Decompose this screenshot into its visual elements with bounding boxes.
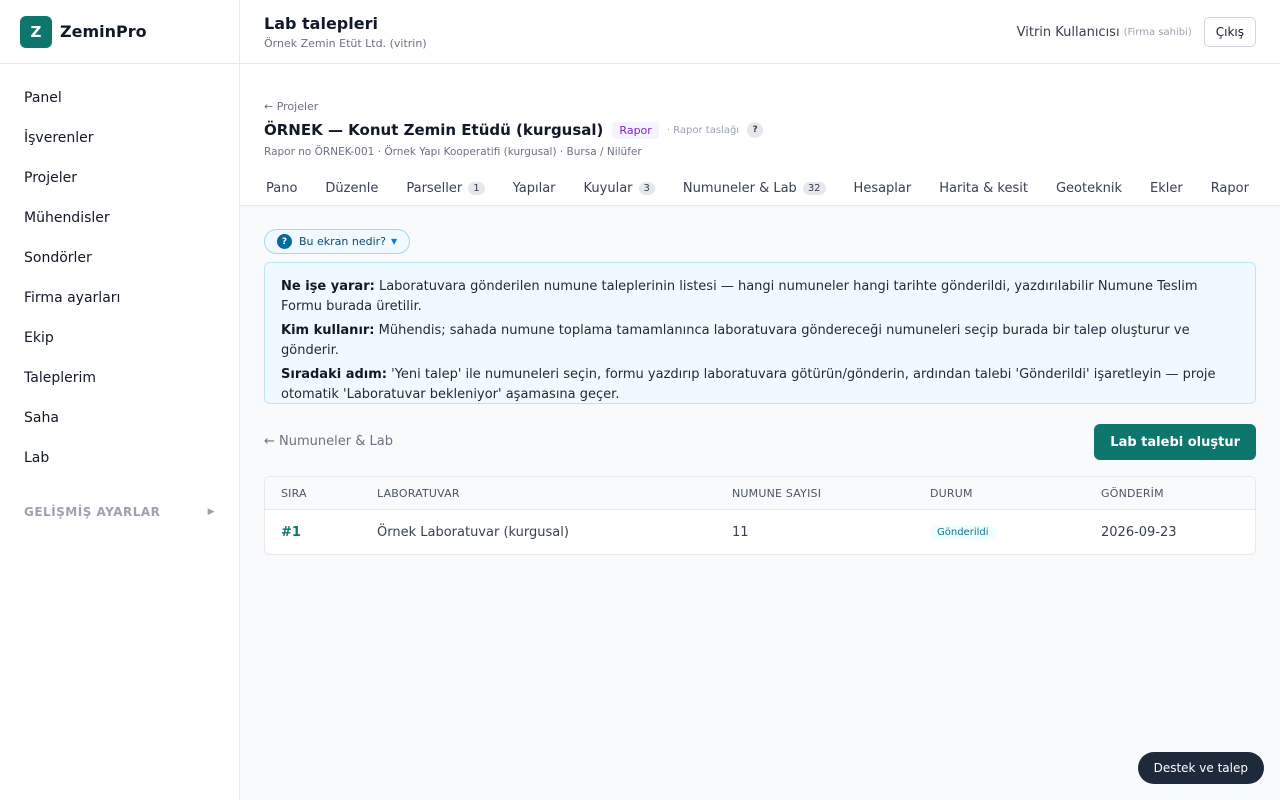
tab-numuneler-lab[interactable]: Numuneler & Lab 32 (669, 181, 840, 196)
sidebar-nav: Panel İşverenler Projeler Mühendisler So… (0, 64, 239, 532)
help-toggle-label: Bu ekran nedir? (299, 235, 387, 248)
project-header: ← Projeler ÖRNEK — Konut Zemin Etüdü (ku… (240, 64, 1280, 206)
column-header-status: DURUM (930, 486, 973, 500)
support-button[interactable]: Destek ve talep (1137, 752, 1264, 784)
column-header-lab: LABORATUVAR (377, 486, 460, 500)
tab-label: Harita & kesit (939, 180, 1028, 196)
sidebar-item-sondorler[interactable]: Sondörler (0, 238, 239, 278)
project-title-row: ÖRNEK — Konut Zemin Etüdü (kurgusal) Rap… (264, 121, 764, 139)
user-area: Vitrin Kullanıcısı (Firma sahibi) Çıkış (1017, 17, 1256, 47)
tab-label: Düzenle (325, 180, 379, 196)
company-name: Örnek Zemin Etüt Ltd. (vitrin) (264, 37, 427, 50)
help-who-text: Mühendis; sahada numune toplama tamamlan… (281, 323, 1190, 358)
brand-name: ZeminPro (60, 22, 147, 41)
tab-hesaplar[interactable]: Hesaplar (840, 181, 926, 196)
tab-ekler[interactable]: Ekler (1136, 181, 1197, 196)
help-next-label: Sıradaki adım: (281, 367, 387, 382)
table-row[interactable]: #1 Örnek Laboratuvar (kurgusal) 11 Gönde… (265, 510, 1255, 554)
help-next: Sıradaki adım: 'Yeni talep' ile numunele… (281, 365, 1239, 405)
sidebar-item-projeler[interactable]: Projeler (0, 158, 239, 198)
help-icon[interactable]: ? (747, 122, 764, 138)
sidebar-item-taleplerim[interactable]: Taleplerim (0, 358, 239, 398)
tab-label: Ekler (1149, 180, 1183, 196)
sidebar-item-saha[interactable]: Saha (0, 398, 239, 438)
tab-label: Parseller (406, 180, 463, 196)
cell-sample-count: 11 (732, 524, 749, 540)
user-role: (Firma sahibi) (1123, 26, 1192, 38)
brand-logo: Z (20, 15, 52, 48)
cell-sent-date: 2026-09-23 (1101, 524, 1177, 540)
topbar: Lab talepleri Örnek Zemin Etüt Ltd. (vit… (240, 0, 1280, 64)
tab-count-badge: 32 (802, 181, 826, 195)
lab-requests-table: SIRA LABORATUVAR NUMUNE SAYISI DURUM GÖN… (264, 476, 1256, 555)
tab-label: Rapor (1210, 180, 1249, 196)
brand[interactable]: Z ZeminPro (0, 0, 239, 64)
status-badge: Rapor (612, 121, 659, 139)
help-info-box: Ne işe yarar: Laboratuvara gönderilen nu… (264, 262, 1256, 404)
chevron-right-icon: ▶ (207, 507, 215, 517)
help-who-label: Kim kullanır: (281, 323, 375, 338)
tab-kuyular[interactable]: Kuyular 3 (570, 181, 669, 196)
status-badge: Gönderildi (930, 524, 996, 540)
column-header-count: NUMUNE SAYISI (732, 486, 822, 500)
project-title: ÖRNEK — Konut Zemin Etüdü (kurgusal) (264, 121, 604, 139)
tab-count-badge: 3 (638, 181, 655, 195)
help-what-text: Laboratuvara gönderilen numune talepleri… (281, 279, 1198, 314)
sidebar-item-isverenler[interactable]: İşverenler (0, 118, 239, 158)
tab-label: Pano (266, 180, 298, 196)
back-to-projects-link[interactable]: ← Projeler (264, 100, 318, 113)
tab-label: Hesaplar (853, 180, 912, 196)
help-what-label: Ne işe yarar: (281, 279, 375, 294)
sidebar-item-firma-ayarlari[interactable]: Firma ayarları (0, 278, 239, 318)
question-icon: ? (277, 234, 292, 249)
sidebar-item-panel[interactable]: Panel (0, 78, 239, 118)
cell-lab: Örnek Laboratuvar (kurgusal) (377, 524, 569, 540)
help-toggle-button[interactable]: ? Bu ekran nedir? ▼ (264, 229, 411, 254)
logout-button[interactable]: Çıkış (1203, 17, 1256, 47)
chevron-down-icon: ▼ (391, 237, 398, 246)
user-name: Vitrin Kullanıcısı (1016, 24, 1120, 40)
tab-yapilar[interactable]: Yapılar (499, 181, 570, 196)
project-tabs: Pano Düzenle Parseller 1 Yapılar Kuyular 3… (252, 170, 1280, 206)
tab-harita-kesit[interactable]: Harita & kesit (925, 181, 1042, 196)
column-header-sent-date: GÖNDERİM (1101, 486, 1164, 500)
sidebar: Z ZeminPro Panel İşverenler Projeler Müh… (0, 0, 240, 800)
tab-geoteknik[interactable]: Geoteknik (1042, 181, 1136, 196)
table-header: SIRA LABORATUVAR NUMUNE SAYISI DURUM GÖN… (265, 477, 1255, 510)
tab-label: Numuneler & Lab (682, 180, 797, 196)
sidebar-advanced-settings[interactable]: GELİŞMİŞ AYARLAR ▶ (0, 492, 239, 532)
sidebar-item-lab[interactable]: Lab (0, 438, 239, 478)
tab-parseller[interactable]: Parseller 1 (392, 181, 498, 196)
back-to-samples-link[interactable]: ← Numuneler & Lab (264, 434, 393, 449)
tab-rapor[interactable]: Rapor (1197, 181, 1263, 196)
tab-label: Geoteknik (1055, 180, 1122, 196)
tab-label: Kuyular (583, 180, 633, 196)
tab-duzenle[interactable]: Düzenle (311, 181, 392, 196)
help-what: Ne işe yarar: Laboratuvara gönderilen nu… (281, 277, 1239, 317)
column-header-seq: SIRA (281, 486, 307, 500)
tab-label: Yapılar (512, 180, 556, 196)
request-seq-link[interactable]: #1 (281, 525, 301, 540)
page-title: Lab talepleri (264, 14, 378, 33)
project-stage: · Rapor taslağı (666, 124, 740, 136)
tab-pano[interactable]: Pano (252, 181, 311, 196)
advanced-settings-label: GELİŞMİŞ AYARLAR (24, 505, 161, 519)
help-next-text: 'Yeni talep' ile numuneleri seçin, formu… (281, 367, 1216, 402)
help-who: Kim kullanır: Mühendis; sahada numune to… (281, 321, 1239, 361)
sidebar-item-muhendisler[interactable]: Mühendisler (0, 198, 239, 238)
sidebar-item-ekip[interactable]: Ekip (0, 318, 239, 358)
tab-count-badge: 1 (468, 181, 485, 195)
create-lab-request-button[interactable]: Lab talebi oluştur (1094, 424, 1256, 460)
project-meta: Rapor no ÖRNEK-001 · Örnek Yapı Kooperat… (264, 146, 642, 158)
